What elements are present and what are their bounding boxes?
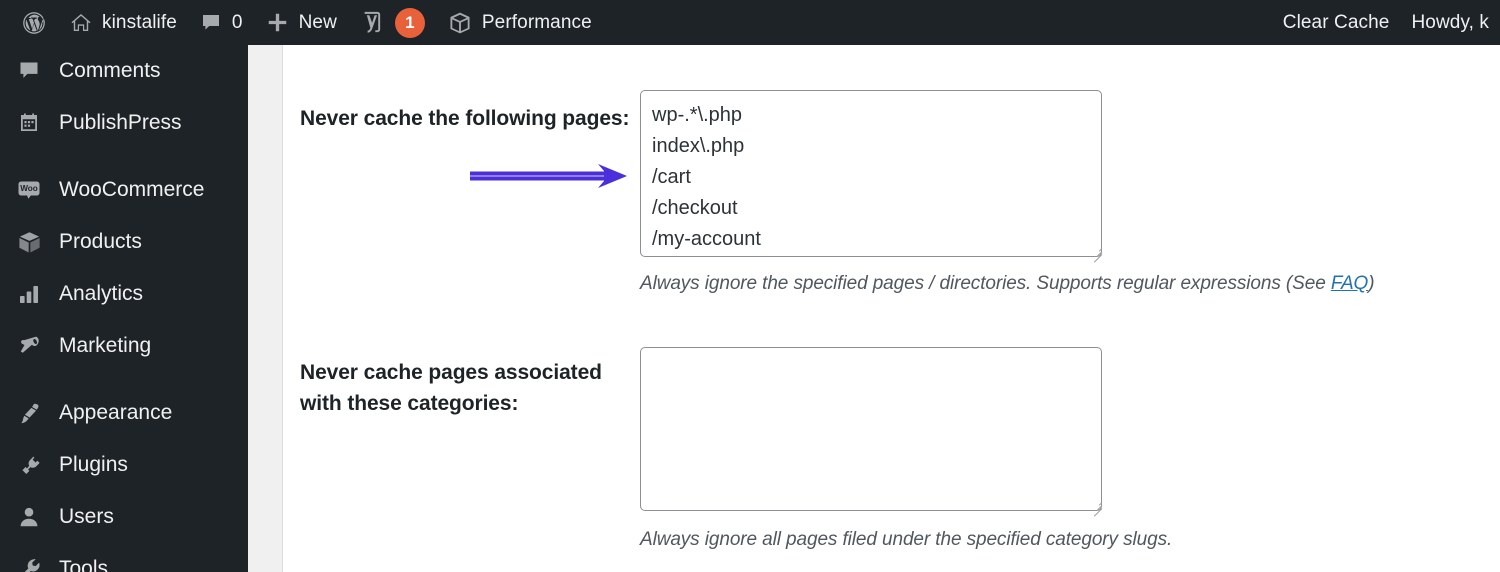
help-text-before: Always ignore the specified pages / dire…: [640, 273, 1331, 294]
sidebar-item-label: Marketing: [59, 334, 151, 358]
sidebar-item-label: Tools: [59, 557, 108, 572]
admin-bar-left-group: kinstalife 0 New: [0, 0, 603, 45]
sidebar-item-label: Products: [59, 230, 142, 254]
svg-text:Woo: Woo: [20, 184, 38, 193]
wordpress-admin-screen: kinstalife 0 New: [0, 0, 1500, 572]
sidebar-item-label: Analytics: [59, 282, 143, 306]
clear-cache-label: Clear Cache: [1283, 13, 1390, 32]
wrench-icon: [12, 557, 46, 572]
admin-bar: kinstalife 0 New: [0, 0, 1500, 45]
never-cache-pages-label: Never cache the following pages:: [300, 103, 630, 134]
plus-icon: [265, 10, 290, 35]
never-cache-categories-help: Always ignore all pages filed under the …: [640, 527, 1172, 553]
performance-label: Performance: [482, 13, 592, 32]
new-content-label: New: [299, 13, 337, 32]
bar-chart-icon: [12, 282, 46, 306]
site-name-menu[interactable]: kinstalife: [58, 0, 188, 45]
sidebar-item-plugins[interactable]: Plugins: [0, 439, 248, 491]
yoast-notification-badge: 1: [395, 8, 425, 38]
cube-icon: [447, 10, 473, 36]
sidebar-item-woocommerce[interactable]: Woo WooCommerce: [0, 164, 248, 216]
sidebar-item-label: Plugins: [59, 453, 128, 477]
admin-sidebar-menu: Comments PublishPress Woo: [0, 45, 248, 572]
sidebar-item-label: Comments: [59, 59, 161, 83]
howdy-user-menu[interactable]: Howdy, k: [1400, 0, 1500, 45]
sidebar-item-label: WooCommerce: [59, 178, 204, 202]
sidebar-item-label: Users: [59, 505, 114, 529]
plug-icon: [12, 453, 46, 478]
sidebar-item-tools[interactable]: Tools: [0, 543, 248, 572]
calendar-icon: [12, 111, 46, 135]
faq-link[interactable]: FAQ: [1331, 273, 1368, 294]
comment-bubble-icon: [199, 11, 223, 35]
never-cache-categories-label: Never cache pages associated with these …: [300, 357, 630, 419]
menu-separator: [0, 372, 248, 387]
comments-count: 0: [232, 13, 243, 32]
site-name-label: kinstalife: [102, 13, 177, 32]
sidebar-item-comments[interactable]: Comments: [0, 45, 248, 97]
wordpress-icon: [21, 10, 47, 36]
home-icon: [69, 11, 93, 35]
comment-bubble-icon: [12, 59, 46, 83]
sidebar-item-analytics[interactable]: Analytics: [0, 268, 248, 320]
never-cache-pages-help: Always ignore the specified pages / dire…: [640, 271, 1374, 297]
never-cache-categories-textarea[interactable]: [640, 347, 1102, 511]
comments-menu[interactable]: 0: [188, 0, 254, 45]
user-icon: [12, 505, 46, 529]
menu-separator: [0, 149, 248, 164]
paintbrush-icon: [12, 401, 46, 426]
sidebar-item-publishpress[interactable]: PublishPress: [0, 97, 248, 149]
sidebar-item-label: Appearance: [59, 401, 172, 425]
settings-content-area: Never cache the following pages: Always …: [284, 45, 1500, 572]
content-gutter: [248, 45, 283, 572]
help-text-after: ): [1368, 273, 1374, 294]
howdy-user-label: Howdy, k: [1411, 13, 1489, 32]
sidebar-item-appearance[interactable]: Appearance: [0, 387, 248, 439]
sidebar-item-label: PublishPress: [59, 111, 182, 135]
help-text-before: Always ignore all pages filed under the …: [640, 529, 1172, 550]
sidebar-item-marketing[interactable]: Marketing: [0, 320, 248, 372]
box-icon: [12, 230, 46, 255]
admin-bar-right-group: Clear Cache Howdy, k: [1272, 0, 1500, 45]
sidebar-item-users[interactable]: Users: [0, 491, 248, 543]
yoast-seo-menu[interactable]: 1: [348, 0, 436, 45]
megaphone-icon: [12, 334, 46, 359]
new-content-menu[interactable]: New: [254, 0, 348, 45]
performance-menu[interactable]: Performance: [436, 0, 603, 45]
wordpress-logo-button[interactable]: [10, 0, 58, 45]
woo-icon: Woo: [12, 177, 46, 203]
sidebar-item-products[interactable]: Products: [0, 216, 248, 268]
yoast-icon: [359, 9, 386, 36]
never-cache-pages-textarea[interactable]: [640, 90, 1102, 257]
clear-cache-button[interactable]: Clear Cache: [1272, 0, 1401, 45]
